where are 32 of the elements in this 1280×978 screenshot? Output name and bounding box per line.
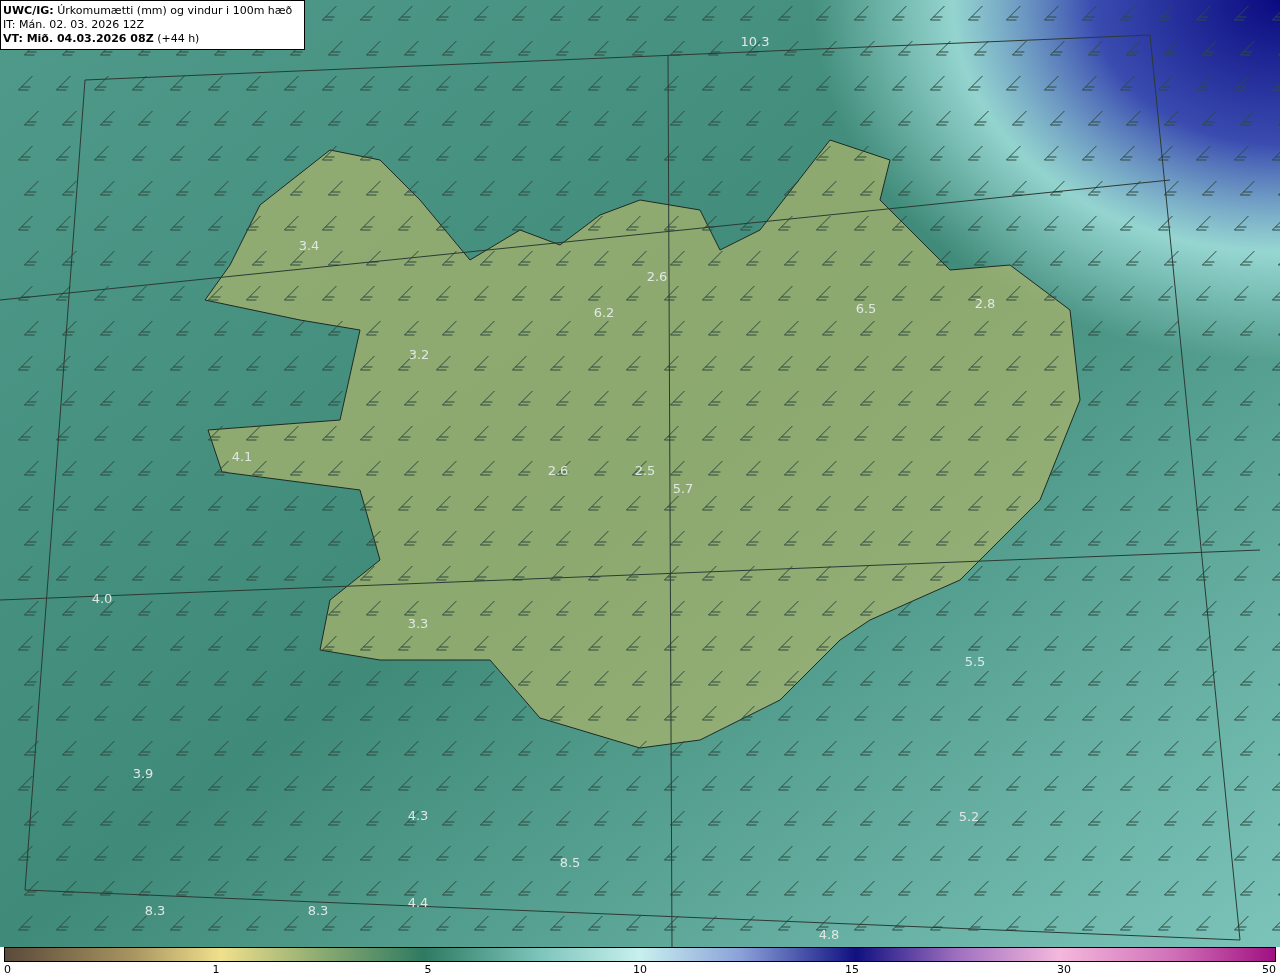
map-value-label: 8.5 [559,855,581,869]
map-value-label: 8.3 [144,903,166,917]
colorbar-tick-label: 50 [1262,962,1276,977]
map-value-label: 4.0 [91,591,113,605]
map-value-label: 3.2 [408,347,430,361]
map-value-label: 2.8 [974,296,996,310]
map-value-label: 5.2 [958,809,980,823]
map-value-label: 3.3 [407,616,429,630]
map-value-label: 3.9 [132,766,154,780]
map-value-label: 6.5 [855,301,877,315]
map-value-label: 6.2 [593,305,615,319]
map-value-label: 3.4 [298,238,320,252]
title-line: VT: Mið. 04.03.2026 08Z (+44 h) [3,32,201,46]
map-value-label: 2.6 [646,269,668,283]
map-value-label: 5.5 [964,654,986,668]
map-value-label: 10.3 [740,34,770,48]
map-value-label: 4.4 [407,895,429,909]
colorbar-tick-label: 0 [4,962,11,977]
colorbar-tick-label: 1 [212,962,220,977]
title-line: IT: Mán. 02. 03. 2026 12Z [3,18,146,32]
colorbar-tick-label: 10 [633,962,647,977]
map-value-label: 2.6 [547,463,569,477]
map-value-label: 4.8 [818,927,840,941]
colorbar-tick-label: 15 [845,962,859,977]
map-value-label: 4.1 [231,449,253,463]
colorbar-tick-label: 30 [1057,962,1071,977]
map-value-label: 4.3 [407,808,429,822]
map-value-label: 2.5 [634,463,656,477]
colorbar-tick-label: 5 [424,962,432,977]
map-value-label: 8.3 [307,903,329,917]
map-value-label: 5.7 [672,481,694,495]
title-line: UWC/IG: Úrkomumætti (mm) og vindur i 100m hæð [3,4,294,18]
